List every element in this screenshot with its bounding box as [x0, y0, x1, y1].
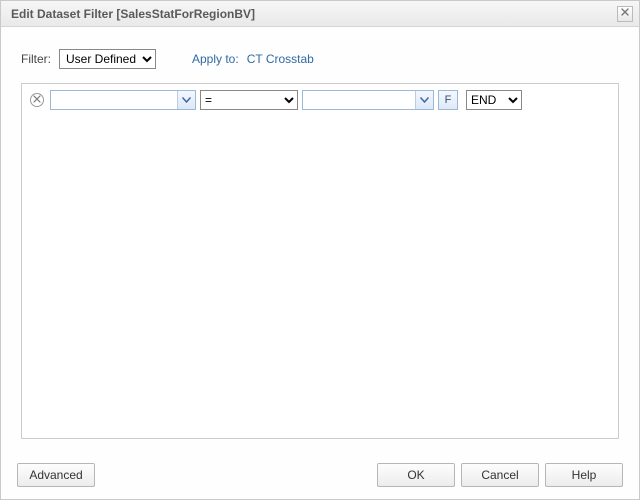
ok-button[interactable]: OK — [377, 463, 455, 487]
help-button-label: Help — [572, 468, 597, 482]
condition-row: = F END — [30, 90, 610, 110]
remove-condition-button[interactable] — [30, 93, 44, 107]
formula-button[interactable]: F — [438, 90, 458, 110]
cancel-button-label: Cancel — [481, 468, 518, 482]
field-dropdown[interactable] — [50, 90, 196, 110]
chevron-down-icon — [415, 91, 433, 109]
logic-select[interactable]: END — [466, 90, 522, 110]
apply-to-label: Apply to: — [192, 52, 239, 66]
footer-left: Advanced — [17, 463, 95, 487]
dialog-title: Edit Dataset Filter [SalesStatForRegionB… — [11, 7, 255, 21]
advanced-button[interactable]: Advanced — [17, 463, 95, 487]
cancel-button[interactable]: Cancel — [461, 463, 539, 487]
help-button[interactable]: Help — [545, 463, 623, 487]
close-button[interactable] — [617, 6, 633, 22]
remove-icon — [33, 95, 41, 106]
filter-type-select[interactable]: User Defined — [59, 49, 156, 69]
value-dropdown[interactable] — [302, 90, 434, 110]
apply-target-link[interactable]: CT Crosstab — [247, 52, 314, 66]
filter-label: Filter: — [21, 52, 51, 66]
close-icon — [621, 8, 629, 19]
formula-button-label: F — [445, 94, 452, 106]
filter-topbar: Filter: User Defined Apply to: CT Crosst… — [21, 49, 619, 69]
dialog-footer: Advanced OK Cancel Help — [1, 451, 639, 499]
advanced-button-label: Advanced — [29, 468, 82, 482]
footer-right: OK Cancel Help — [371, 463, 623, 487]
dialog: Edit Dataset Filter [SalesStatForRegionB… — [0, 0, 640, 500]
conditions-panel: = F END — [21, 83, 619, 439]
chevron-down-icon — [177, 91, 195, 109]
ok-button-label: OK — [407, 468, 424, 482]
operator-select[interactable]: = — [200, 90, 298, 110]
titlebar: Edit Dataset Filter [SalesStatForRegionB… — [1, 1, 639, 27]
content-area: Filter: User Defined Apply to: CT Crosst… — [1, 27, 639, 451]
